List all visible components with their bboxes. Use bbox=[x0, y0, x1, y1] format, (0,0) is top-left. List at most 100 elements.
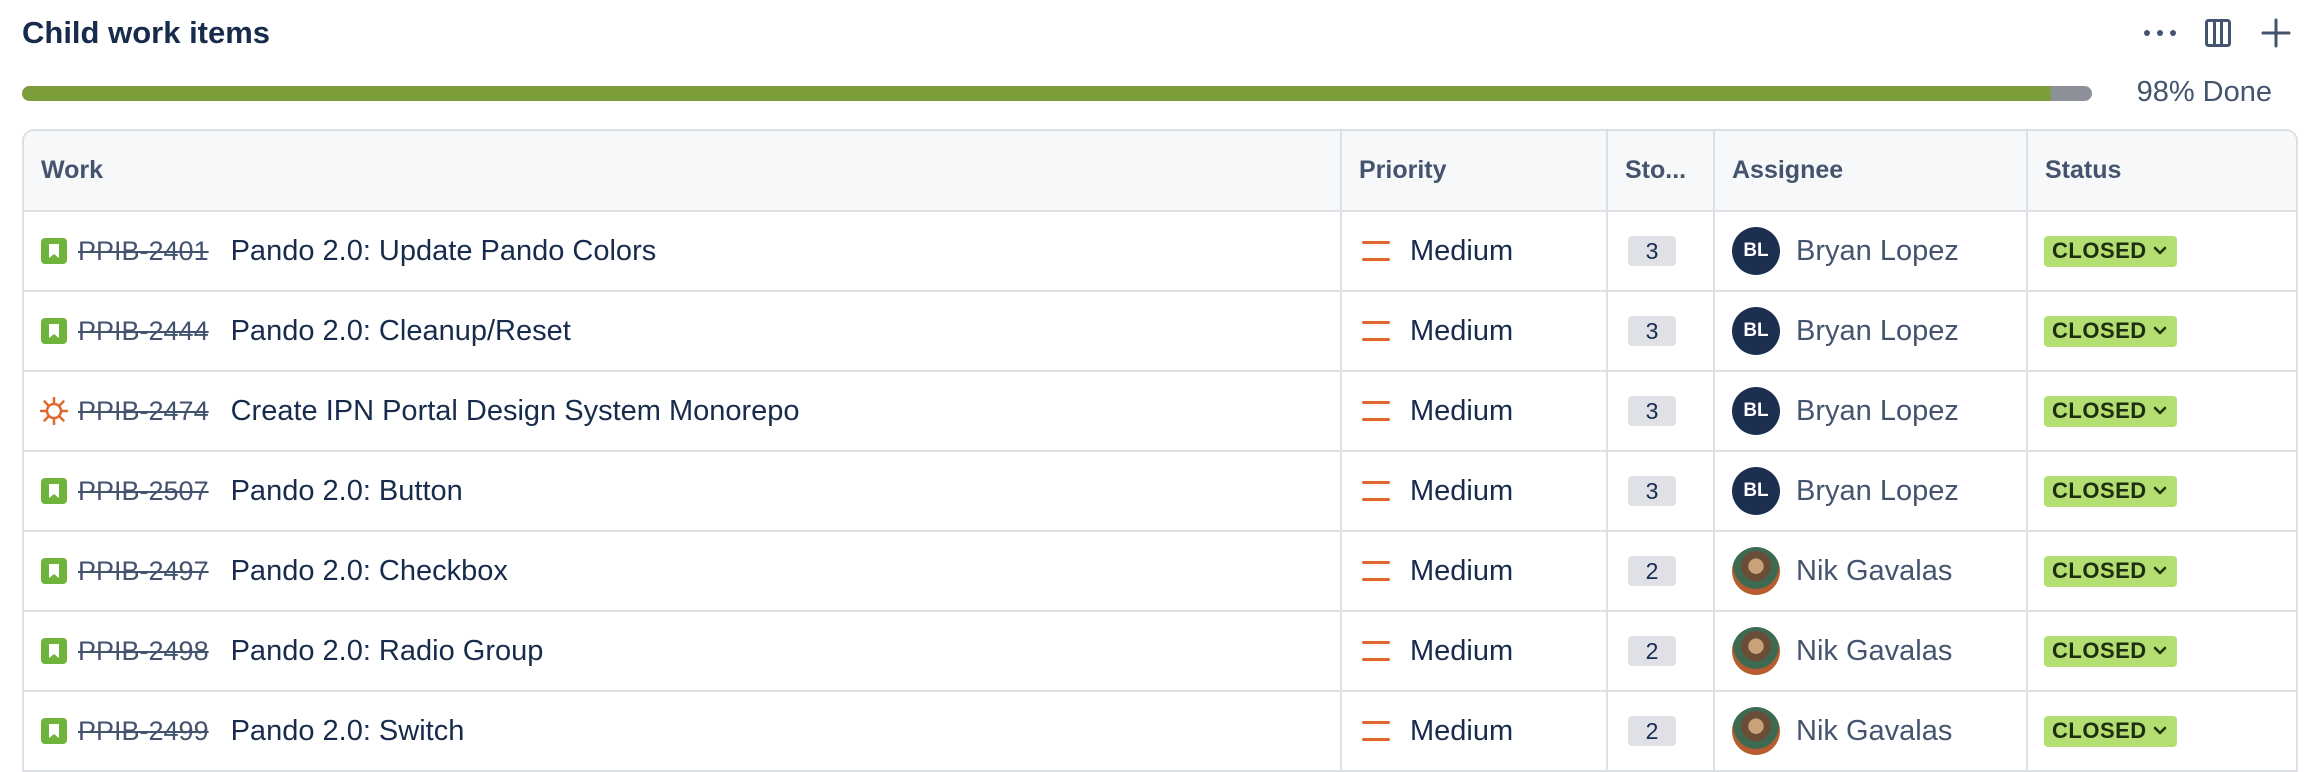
status-dropdown[interactable]: CLOSED bbox=[2044, 395, 2177, 427]
chevron-down-icon bbox=[2153, 246, 2167, 256]
assignee-name: Nik Gavalas bbox=[1796, 554, 1953, 587]
issue-summary-link[interactable]: Pando 2.0: Checkbox bbox=[231, 555, 508, 588]
status-dropdown[interactable]: CLOSED bbox=[2044, 635, 2177, 667]
header-actions bbox=[2142, 10, 2294, 56]
issue-summary-link[interactable]: Pando 2.0: Radio Group bbox=[231, 635, 544, 668]
columns-button[interactable] bbox=[2200, 15, 2236, 51]
column-header-priority[interactable]: Priority bbox=[1342, 131, 1608, 210]
assignee-cell[interactable]: Nik Gavalas bbox=[1715, 692, 2028, 770]
table-row[interactable]: PPIB-2498 Pando 2.0: Radio Group Medium 2 Ni… bbox=[24, 612, 2296, 692]
avatar: BL bbox=[1732, 227, 1780, 275]
issue-key-link[interactable]: PPIB-2474 bbox=[78, 396, 209, 427]
add-child-button[interactable] bbox=[2258, 15, 2294, 51]
avatar bbox=[1732, 547, 1780, 595]
story-icon bbox=[40, 557, 68, 585]
status-label: CLOSED bbox=[2052, 398, 2147, 423]
panel-header: Child work items bbox=[22, 10, 270, 56]
issue-key-link[interactable]: PPIB-2507 bbox=[78, 476, 209, 507]
priority-cell[interactable]: Medium bbox=[1342, 692, 1608, 770]
chevron-down-icon bbox=[2153, 326, 2167, 336]
status-cell: CLOSED bbox=[2028, 372, 2296, 450]
status-dropdown[interactable]: CLOSED bbox=[2044, 555, 2177, 587]
story-points-badge: 2 bbox=[1628, 716, 1676, 746]
story-points-cell[interactable]: 2 bbox=[1608, 612, 1715, 690]
status-dropdown[interactable]: CLOSED bbox=[2044, 315, 2177, 347]
issue-summary-link[interactable]: Create IPN Portal Design System Monorepo bbox=[231, 395, 800, 428]
column-header-assignee[interactable]: Assignee bbox=[1715, 131, 2028, 210]
priority-medium-icon bbox=[1362, 481, 1390, 501]
issue-summary-link[interactable]: Pando 2.0: Button bbox=[231, 475, 463, 508]
status-label: CLOSED bbox=[2052, 638, 2147, 663]
priority-medium-icon bbox=[1362, 641, 1390, 661]
story-points-cell[interactable]: 2 bbox=[1608, 692, 1715, 770]
priority-label: Medium bbox=[1410, 394, 1514, 427]
story-points-cell[interactable]: 3 bbox=[1608, 212, 1715, 290]
status-cell: CLOSED bbox=[2028, 612, 2296, 690]
story-points-badge: 3 bbox=[1628, 316, 1676, 346]
story-points-cell[interactable]: 2 bbox=[1608, 532, 1715, 610]
story-points-cell[interactable]: 3 bbox=[1608, 292, 1715, 370]
bug-icon bbox=[40, 397, 68, 425]
priority-cell[interactable]: Medium bbox=[1342, 212, 1608, 290]
table-row[interactable]: PPIB-2444 Pando 2.0: Cleanup/Reset Medium 3… bbox=[24, 292, 2296, 372]
table-row[interactable]: PPIB-2499 Pando 2.0: Switch Medium 2 Nik Gav… bbox=[24, 692, 2296, 772]
priority-label: Medium bbox=[1410, 554, 1514, 587]
story-icon bbox=[40, 317, 68, 345]
status-cell: CLOSED bbox=[2028, 692, 2296, 770]
work-cell: PPIB-2444 Pando 2.0: Cleanup/Reset bbox=[24, 292, 1342, 370]
issue-key-link[interactable]: PPIB-2498 bbox=[78, 636, 209, 667]
table-row[interactable]: PPIB-2507 Pando 2.0: Button Medium 3 BL Bryan… bbox=[24, 452, 2296, 532]
story-icon bbox=[40, 637, 68, 665]
priority-cell[interactable]: Medium bbox=[1342, 532, 1608, 610]
column-header-work[interactable]: Work bbox=[24, 131, 1342, 210]
status-cell: CLOSED bbox=[2028, 452, 2296, 530]
status-label: CLOSED bbox=[2052, 238, 2147, 263]
issue-key-link[interactable]: PPIB-2401 bbox=[78, 236, 209, 267]
priority-medium-icon bbox=[1362, 721, 1390, 741]
issue-summary-link[interactable]: Pando 2.0: Cleanup/Reset bbox=[231, 315, 571, 348]
assignee-cell[interactable]: BL Bryan Lopez bbox=[1715, 372, 2028, 450]
issue-summary-link[interactable]: Pando 2.0: Switch bbox=[231, 715, 465, 748]
status-label: CLOSED bbox=[2052, 718, 2147, 743]
status-dropdown[interactable]: CLOSED bbox=[2044, 235, 2177, 267]
status-label: CLOSED bbox=[2052, 558, 2147, 583]
assignee-name: Bryan Lopez bbox=[1796, 314, 1959, 347]
column-header-status[interactable]: Status bbox=[2028, 131, 2296, 210]
panel-title: Child work items bbox=[22, 15, 271, 50]
issue-summary-link[interactable]: Pando 2.0: Update Pando Colors bbox=[231, 235, 657, 268]
issue-key-link[interactable]: PPIB-2499 bbox=[78, 716, 209, 747]
priority-cell[interactable]: Medium bbox=[1342, 372, 1608, 450]
priority-cell[interactable]: Medium bbox=[1342, 612, 1608, 690]
avatar: BL bbox=[1732, 387, 1780, 435]
story-points-cell[interactable]: 3 bbox=[1608, 372, 1715, 450]
priority-cell[interactable]: Medium bbox=[1342, 292, 1608, 370]
avatar: BL bbox=[1732, 467, 1780, 515]
more-actions-button[interactable] bbox=[2142, 15, 2178, 51]
chevron-down-icon bbox=[2153, 486, 2167, 496]
table-row[interactable]: PPIB-2497 Pando 2.0: Checkbox Medium 2 Nik G… bbox=[24, 532, 2296, 612]
column-header-story-points[interactable]: Sto... bbox=[1608, 131, 1715, 210]
story-icon bbox=[40, 477, 68, 505]
issue-key-link[interactable]: PPIB-2497 bbox=[78, 556, 209, 587]
issue-key-link[interactable]: PPIB-2444 bbox=[78, 316, 209, 347]
priority-label: Medium bbox=[1410, 474, 1514, 507]
table-row[interactable]: PPIB-2474 Create IPN Portal Design System… bbox=[24, 372, 2296, 452]
assignee-cell[interactable]: BL Bryan Lopez bbox=[1715, 292, 2028, 370]
assignee-cell[interactable]: Nik Gavalas bbox=[1715, 612, 2028, 690]
priority-label: Medium bbox=[1410, 714, 1514, 747]
story-points-cell[interactable]: 3 bbox=[1608, 452, 1715, 530]
assignee-cell[interactable]: BL Bryan Lopez bbox=[1715, 452, 2028, 530]
status-dropdown[interactable]: CLOSED bbox=[2044, 715, 2177, 747]
work-cell: PPIB-2499 Pando 2.0: Switch bbox=[24, 692, 1342, 770]
status-dropdown[interactable]: CLOSED bbox=[2044, 475, 2177, 507]
table-row[interactable]: PPIB-2401 Pando 2.0: Update Pando Colors M… bbox=[24, 212, 2296, 292]
chevron-down-icon bbox=[2153, 406, 2167, 416]
work-cell: PPIB-2497 Pando 2.0: Checkbox bbox=[24, 532, 1342, 610]
assignee-cell[interactable]: Nik Gavalas bbox=[1715, 532, 2028, 610]
work-cell: PPIB-2401 Pando 2.0: Update Pando Colors bbox=[24, 212, 1342, 290]
assignee-name: Bryan Lopez bbox=[1796, 234, 1959, 267]
columns-icon bbox=[2205, 19, 2231, 47]
priority-cell[interactable]: Medium bbox=[1342, 452, 1608, 530]
assignee-cell[interactable]: BL Bryan Lopez bbox=[1715, 212, 2028, 290]
priority-medium-icon bbox=[1362, 561, 1390, 581]
